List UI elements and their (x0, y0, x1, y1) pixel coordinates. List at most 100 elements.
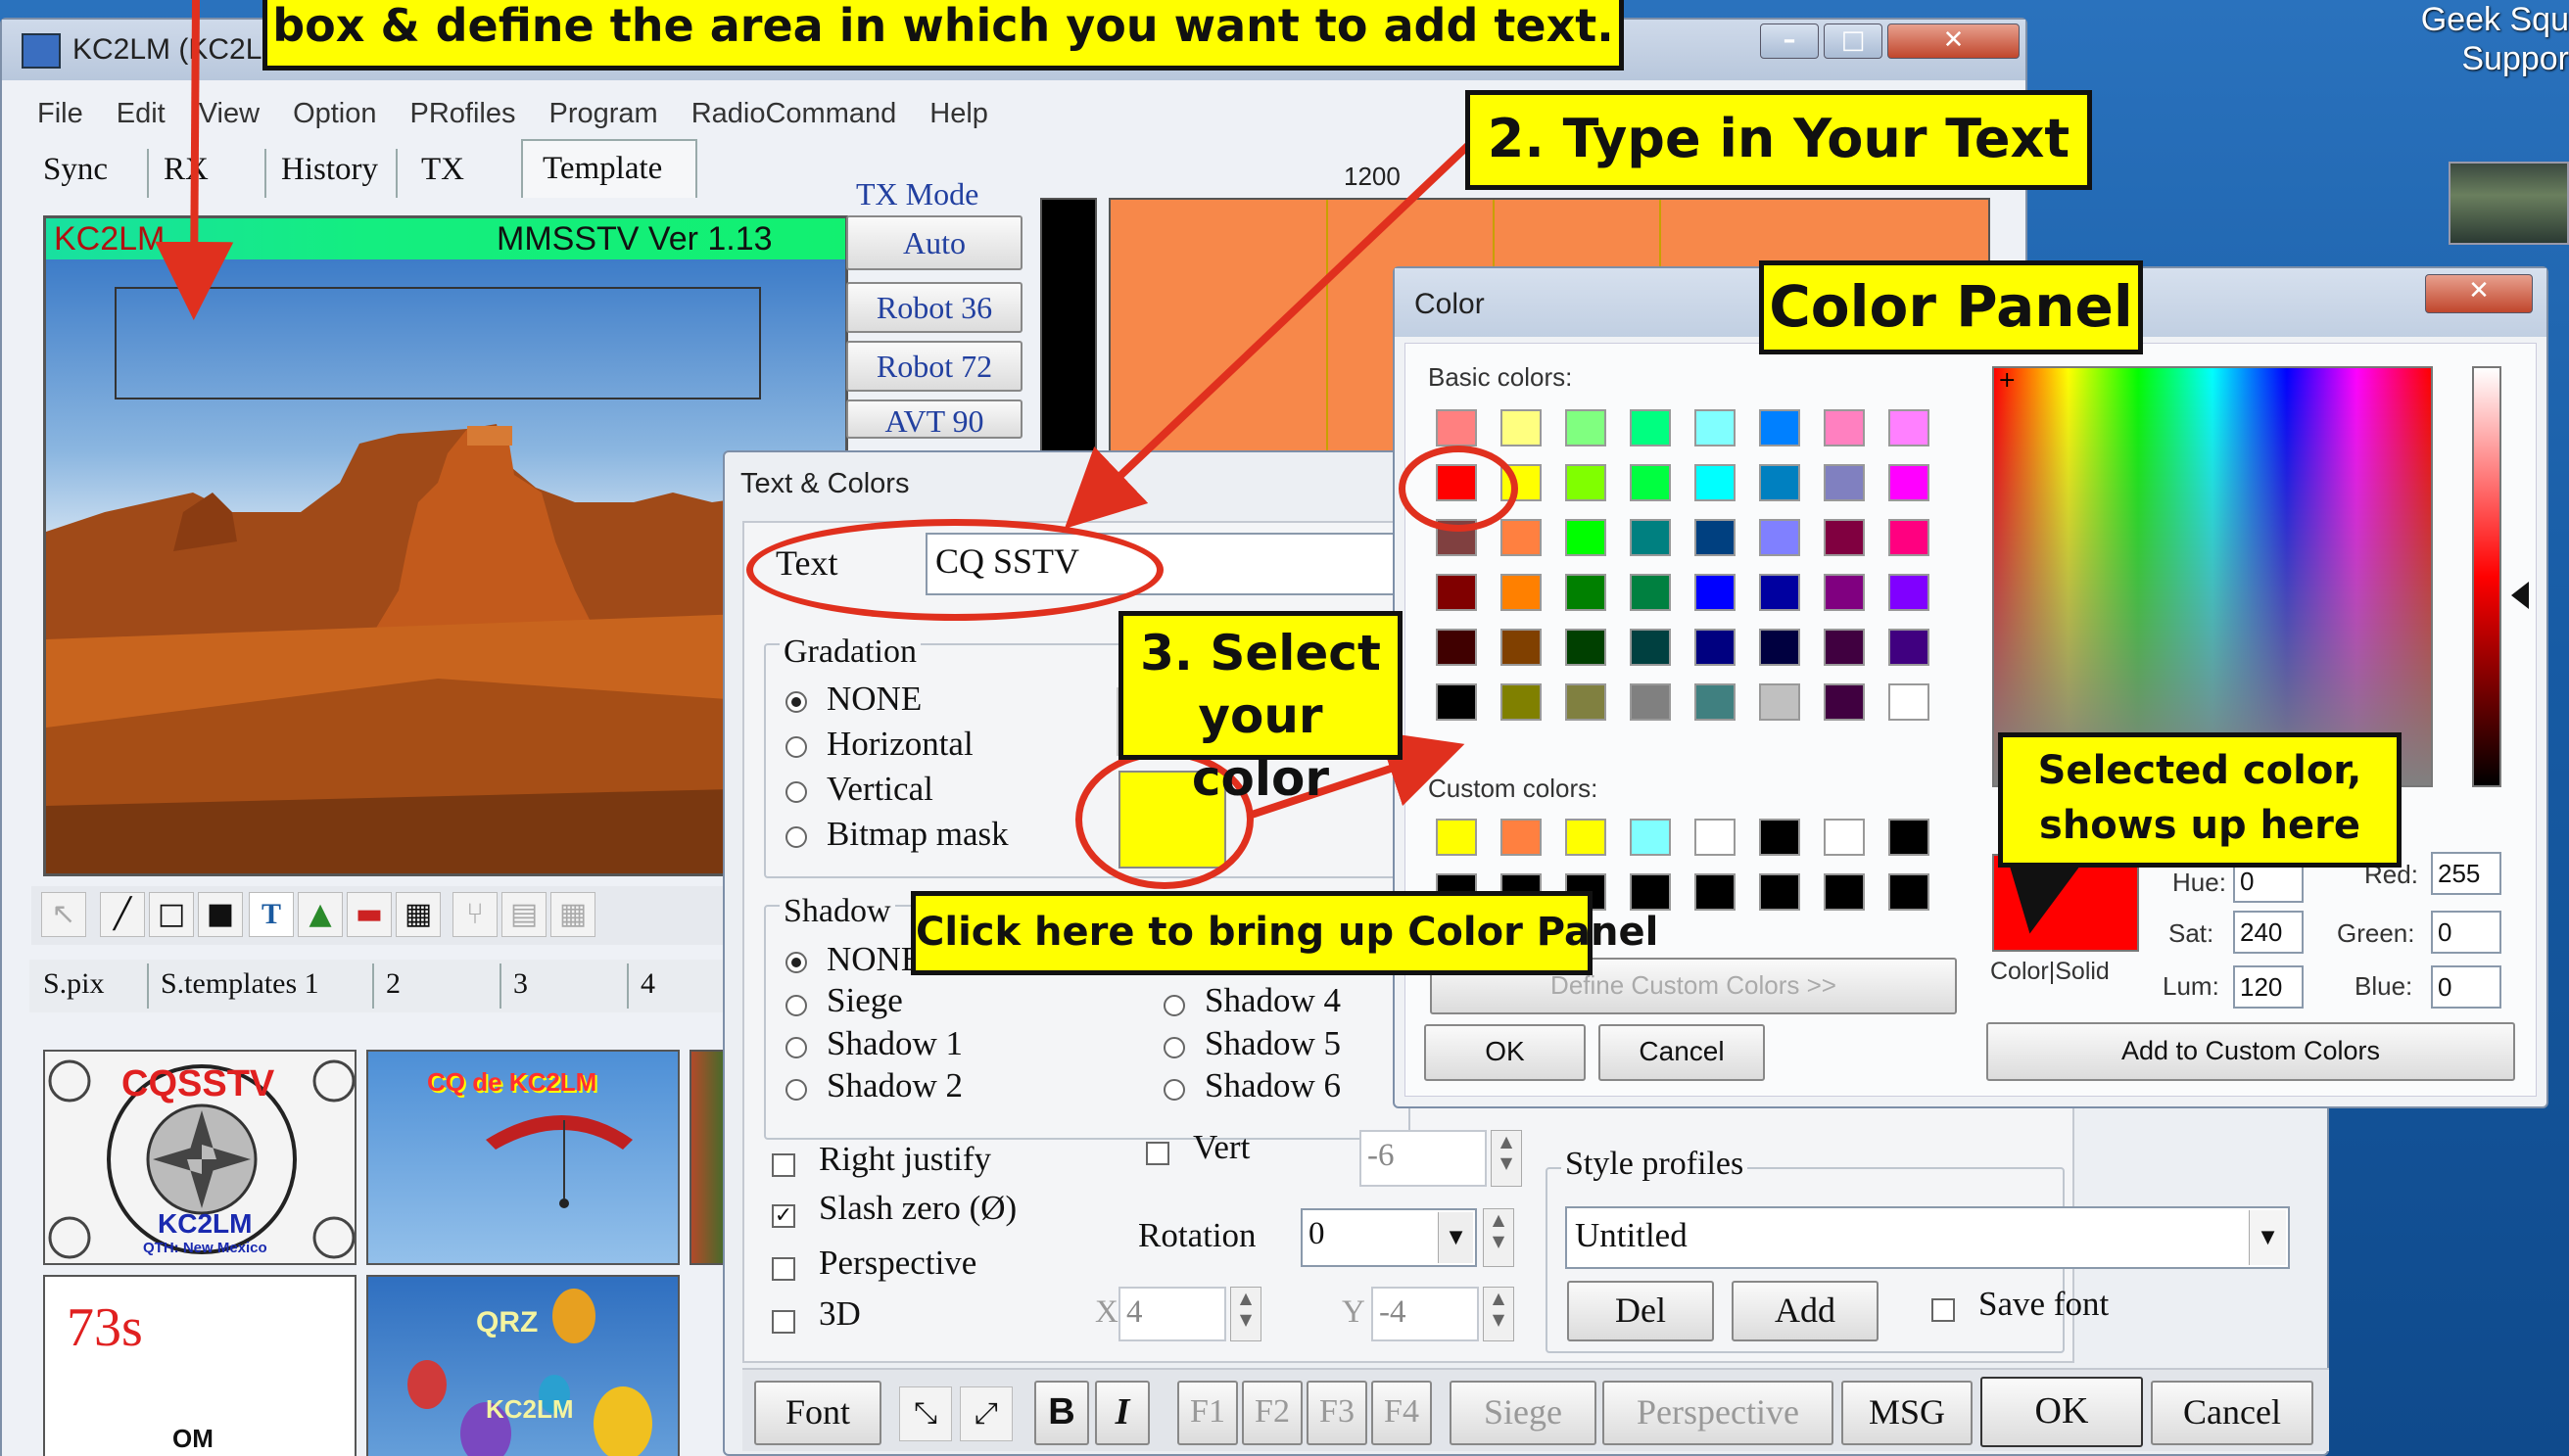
pointer-icon[interactable]: ↖ (41, 892, 86, 937)
tab-3[interactable]: 3 (513, 967, 528, 1001)
desktop-window-thumbnail[interactable] (2449, 162, 2569, 245)
shadow-none-radio[interactable] (785, 952, 807, 973)
color-swatch[interactable] (1436, 574, 1477, 611)
shadow-siege-radio[interactable] (785, 995, 807, 1016)
siege-button[interactable]: Siege (1450, 1381, 1596, 1445)
color-bar-icon[interactable]: ▬ (347, 892, 392, 937)
color-swatch[interactable] (1824, 819, 1865, 856)
color-swatch[interactable] (1759, 819, 1800, 856)
template-thumbnail-cqsstv[interactable]: CQSSTV KC2LM QTH: New Mexico (43, 1050, 357, 1265)
color-swatch[interactable] (1759, 629, 1800, 666)
y-spinner[interactable]: ▲ ▼ (1483, 1287, 1514, 1341)
blue-input[interactable]: 0 (2431, 965, 2501, 1009)
color-swatch[interactable] (1630, 409, 1671, 446)
vert-spinner[interactable]: ▲ ▼ (1491, 1130, 1522, 1187)
color-swatch[interactable] (1694, 574, 1736, 611)
shadow-4-radio[interactable] (1164, 995, 1185, 1016)
color-swatch[interactable] (1694, 519, 1736, 556)
template-thumbnail-paraglider[interactable]: CQ de KC2LM (366, 1050, 680, 1265)
desktop-icon-label[interactable]: Geek Squ Suppor (2390, 0, 2569, 78)
luminance-slider[interactable] (2472, 366, 2501, 787)
tab-stemplates-1[interactable]: S.templates 1 (161, 967, 319, 1001)
color-swatch[interactable] (1565, 629, 1606, 666)
tx-mode-auto[interactable]: Auto (846, 215, 1023, 270)
color-swatch[interactable] (1694, 409, 1736, 446)
close-button[interactable]: ✕ (1887, 23, 2020, 59)
tab-sync[interactable]: Sync (43, 152, 108, 188)
color-swatch[interactable] (1888, 683, 1929, 721)
style-profile-select[interactable]: Untitled (1565, 1206, 2290, 1269)
y-input[interactable]: -4 (1371, 1287, 1479, 1341)
color-swatch[interactable] (1630, 464, 1671, 501)
color-swatch[interactable] (1565, 409, 1606, 446)
color-swatch[interactable] (1759, 409, 1800, 446)
tab-rx[interactable]: RX (164, 152, 209, 188)
menu-profiles[interactable]: PRofiles (410, 98, 516, 129)
f2-button[interactable]: F2 (1242, 1381, 1303, 1445)
color-swatch[interactable] (1824, 464, 1865, 501)
shadow-6-radio[interactable] (1164, 1079, 1185, 1101)
color-swatch[interactable] (1888, 519, 1929, 556)
slash-zero-checkbox[interactable]: ✓ (772, 1204, 795, 1228)
color-swatch[interactable] (1759, 519, 1800, 556)
color-swatch[interactable] (1824, 574, 1865, 611)
color-swatch[interactable] (1824, 629, 1865, 666)
minimize-button[interactable]: – (1760, 23, 1819, 59)
color-close-button[interactable]: ✕ (2425, 274, 2533, 313)
green-input[interactable]: 0 (2431, 911, 2501, 954)
color-swatch[interactable] (1759, 683, 1800, 721)
style-profile-chevron-icon[interactable]: ▼ (2249, 1210, 2286, 1265)
tab-template[interactable]: Template (521, 139, 697, 198)
lum-input[interactable]: 120 (2233, 965, 2304, 1009)
color-swatch[interactable] (1759, 464, 1800, 501)
color-swatch[interactable] (1565, 464, 1606, 501)
color-swatch[interactable] (1824, 873, 1865, 911)
save-font-checkbox[interactable] (1931, 1298, 1955, 1322)
filled-rect-tool-icon[interactable]: ■ (198, 892, 243, 937)
gradation-bitmap-radio[interactable] (785, 826, 807, 848)
template-thumbnail-balloons[interactable]: QRZ KC2LM (366, 1275, 680, 1456)
rectangle-tool-icon[interactable]: □ (149, 892, 194, 937)
color-swatch[interactable] (1759, 574, 1800, 611)
color-swatch[interactable] (1888, 574, 1929, 611)
vert-checkbox[interactable] (1146, 1142, 1169, 1165)
color-swatch[interactable] (1888, 819, 1929, 856)
tab-tx[interactable]: TX (421, 152, 464, 188)
color-swatch[interactable] (1565, 683, 1606, 721)
color-swatch[interactable] (1888, 464, 1929, 501)
color-swatch[interactable] (1759, 873, 1800, 911)
menu-radiocommand[interactable]: RadioCommand (691, 98, 897, 129)
shrink-icon[interactable]: ⤡ (899, 1386, 952, 1441)
color-swatch[interactable] (1436, 409, 1477, 446)
line-tool-icon[interactable]: ╱ (100, 892, 145, 937)
text-tool-icon[interactable]: T (249, 892, 294, 937)
menu-option[interactable]: Option (293, 98, 376, 129)
color-swatch[interactable] (1888, 873, 1929, 911)
tab-spix[interactable]: S.pix (43, 967, 105, 1001)
sat-input[interactable]: 240 (2233, 911, 2304, 954)
msg-button[interactable]: MSG (1841, 1381, 1973, 1445)
color-swatch[interactable] (1630, 574, 1671, 611)
menu-help[interactable]: Help (929, 98, 988, 129)
color-swatch[interactable] (1565, 519, 1606, 556)
font-button[interactable]: Font (754, 1381, 881, 1445)
color-swatch[interactable] (1888, 409, 1929, 446)
color-swatch[interactable] (1565, 574, 1606, 611)
color-swatch[interactable] (1824, 409, 1865, 446)
add-to-custom-colors-button[interactable]: Add to Custom Colors (1986, 1022, 2515, 1081)
color-spectrum-picker[interactable] (1992, 366, 2433, 787)
template-thumbnail-73s[interactable]: 73s OM (43, 1275, 357, 1456)
color-swatch[interactable] (1500, 629, 1542, 666)
italic-button[interactable]: I (1095, 1381, 1150, 1445)
maximize-button[interactable]: □ (1824, 23, 1882, 59)
add-button[interactable]: Add (1732, 1281, 1879, 1341)
tab-2[interactable]: 2 (386, 967, 401, 1001)
color-swatch[interactable] (1500, 409, 1542, 446)
f4-button[interactable]: F4 (1371, 1381, 1432, 1445)
color-swatch[interactable] (1630, 873, 1671, 911)
perspective-checkbox[interactable] (772, 1257, 795, 1281)
menu-view[interactable]: View (199, 98, 260, 129)
tab-history[interactable]: History (281, 152, 378, 188)
color-swatch[interactable] (1500, 574, 1542, 611)
ok-button[interactable]: OK (1980, 1377, 2143, 1447)
